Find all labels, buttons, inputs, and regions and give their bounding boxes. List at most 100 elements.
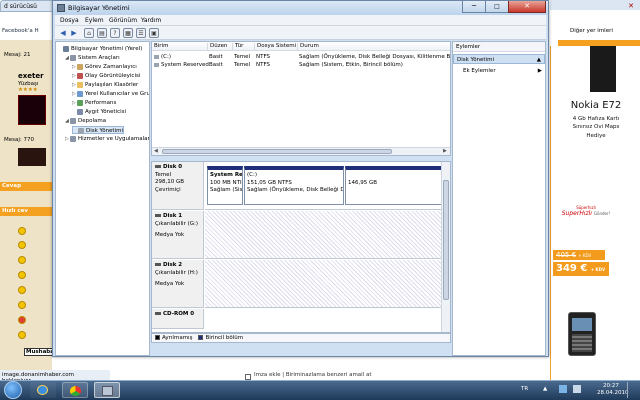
language-indicator[interactable]: TR xyxy=(521,386,528,392)
username[interactable]: exeter xyxy=(18,72,44,80)
close-button[interactable]: ✕ xyxy=(508,1,546,13)
ad-logo-big: SuperHızlı xyxy=(561,210,592,217)
table-cell: System Reserved xyxy=(161,62,209,68)
col-status[interactable]: Durum xyxy=(297,43,319,50)
tree-item-label: Hizmetler ve Uygulamalar xyxy=(78,136,150,142)
col-layout[interactable]: Düzen xyxy=(207,43,227,50)
new-price-suffix: + KDV xyxy=(590,267,606,272)
taskbar-chrome[interactable] xyxy=(62,382,88,398)
view-icon[interactable]: ▣ xyxy=(149,28,159,38)
clock-time[interactable]: 20:27 xyxy=(603,383,619,389)
maximize-button[interactable]: □ xyxy=(485,1,509,13)
scroll-thumb[interactable] xyxy=(443,180,449,300)
browser-close-icon[interactable]: ✕ xyxy=(625,2,637,10)
tray-arrow-icon[interactable]: ▲ xyxy=(543,386,547,392)
forward-icon[interactable]: ▶ xyxy=(69,28,79,38)
taskbar-computer-management[interactable] xyxy=(94,382,120,398)
ad-new-price: 349 € + KDV xyxy=(553,262,609,276)
tree-item[interactable]: Aygıt Yöneticisi xyxy=(72,108,126,116)
up-folder-icon[interactable]: ⌂ xyxy=(84,28,94,38)
chrome-icon xyxy=(70,386,81,396)
col-type[interactable]: Tür xyxy=(232,43,243,50)
smiley-icon[interactable] xyxy=(18,227,26,235)
col-volume[interactable]: Birim xyxy=(152,43,168,50)
vertical-scrollbar[interactable] xyxy=(441,162,450,332)
ad-logo: Süperhızlı SuperHızlı Gönder! xyxy=(556,205,616,217)
disk-info-line: Disk 1 xyxy=(155,213,200,221)
old-price-suffix: + KDV xyxy=(578,253,592,258)
facebook-bookmark[interactable]: Facebook'a H xyxy=(0,28,60,38)
partition-info: Sağlam (Sis xyxy=(210,187,243,193)
partition[interactable]: (C:) 151,05 GB NTFS Sağlam (Önyükleme, Dis… xyxy=(244,166,344,205)
disk-name: Disk 1 xyxy=(163,213,183,219)
network-icon[interactable] xyxy=(559,385,567,393)
menu-action[interactable]: Eylem xyxy=(85,17,104,24)
volume-icon[interactable] xyxy=(573,385,581,393)
disk-info-line: 298,10 GB xyxy=(155,179,185,185)
partition[interactable]: 146,95 GB xyxy=(345,166,450,205)
disk-label[interactable]: Disk 0 Temel 298,10 GB Çevrimiçi xyxy=(152,162,204,210)
clock-date[interactable]: 28.04.2010 xyxy=(597,390,629,396)
scroll-thumb[interactable] xyxy=(162,149,392,154)
horizontal-scrollbar[interactable]: ◀ ▶ xyxy=(152,147,450,155)
phone-keyboard xyxy=(572,334,592,352)
disk-name: Disk 2 xyxy=(163,262,183,268)
scroll-left-icon[interactable]: ◀ xyxy=(154,148,158,154)
actions-section-disk-management[interactable]: Disk Yönetimi ▲ xyxy=(453,54,545,64)
more-actions[interactable]: Ek Eylemler ▶ xyxy=(453,67,545,76)
tree-item[interactable]: ▷ Görev Zamanlayıcı xyxy=(72,63,137,71)
smiley-icon[interactable] xyxy=(18,286,26,294)
col-filesystem[interactable]: Dosya Sistemi xyxy=(254,43,296,50)
back-icon[interactable]: ◀ xyxy=(58,28,68,38)
partition[interactable]: System Re 100 MB NTI Sağlam (Sis xyxy=(207,166,243,205)
tree-item[interactable]: ◢ Depolama xyxy=(65,117,106,125)
disk-drive-icon xyxy=(155,312,161,315)
tree-item[interactable]: Disk Yönetimi xyxy=(72,126,124,134)
tree-item[interactable]: ▷ Yerel Kullanıcılar ve Gru xyxy=(72,90,149,98)
tree-item[interactable]: ▷ Hizmetler ve Uygulamalar xyxy=(65,135,150,143)
tree-item[interactable]: ▷ Performans xyxy=(72,99,116,107)
settings-icon[interactable]: ☰ xyxy=(136,28,146,38)
taskbar-ie[interactable] xyxy=(30,382,56,398)
menu-view[interactable]: Görünüm xyxy=(109,17,137,24)
show-tree-icon[interactable]: ▤ xyxy=(97,28,107,38)
disk-info-line: Çevrimiçi xyxy=(155,186,181,193)
other-bookmarks[interactable]: Diğer yer imleri xyxy=(570,28,640,34)
reply-bar[interactable]: Cevap xyxy=(0,182,52,191)
tree-item[interactable]: ▷ Paylaşılan Klasörler xyxy=(72,81,138,89)
menu-file[interactable]: Dosya xyxy=(60,17,79,24)
title-bar[interactable]: Bilgisayar Yönetimi ─ □ ✕ xyxy=(53,1,548,15)
browser-tab[interactable]: d sürücüsü xyxy=(0,0,60,12)
services-icon xyxy=(70,135,76,142)
properties-icon[interactable]: ▦ xyxy=(123,28,133,38)
tree-item[interactable]: ◢ Sistem Araçları xyxy=(65,54,120,62)
partition-info: 146,95 GB xyxy=(348,179,378,186)
disk-label[interactable]: Disk 1 Çıkarılabilir (G:) Medya Yok xyxy=(152,211,204,259)
table-cell: NTFS xyxy=(256,62,271,68)
table-row[interactable]: (C:) Basit Temel NTFS Sağlam (Önyükleme, Dis… xyxy=(152,53,450,61)
smiley-icon[interactable] xyxy=(18,331,26,339)
help-icon[interactable]: ? xyxy=(110,28,120,38)
console-tree: Bilgisayar Yönetimi (Yerel) ◢ Sistem Araçl… xyxy=(55,41,150,356)
quick-reply-bar[interactable]: Hızlı cev xyxy=(0,207,52,216)
smiley-icon[interactable] xyxy=(18,271,26,279)
smiley-icon[interactable] xyxy=(18,256,26,264)
smiley-icon[interactable] xyxy=(18,301,26,309)
user-avatar-2 xyxy=(18,148,46,166)
menu-help[interactable]: Yardım xyxy=(141,17,161,24)
disk-label[interactable]: CD-ROM 0 xyxy=(152,309,204,329)
collapse-icon[interactable]: ▲ xyxy=(537,57,541,63)
tree-item[interactable]: ▷ Olay Görüntüleyicisi xyxy=(72,72,140,80)
table-cell: NTFS xyxy=(256,54,271,60)
tree-item[interactable]: Bilgisayar Yönetimi (Yerel) xyxy=(58,45,142,53)
table-cell: Sağlam (Önyükleme, Disk Belleği Dosyası,… xyxy=(299,54,451,60)
minimize-button[interactable]: ─ xyxy=(462,1,486,13)
disk-label[interactable]: Disk 2 Çıkarılabilir (H:) Medya Yok xyxy=(152,260,204,308)
show-desktop-button[interactable] xyxy=(627,382,633,398)
disk-info-line: Çıkarılabilir (H:) xyxy=(155,269,198,276)
table-row[interactable]: System Reserved Basit Temel NTFS Sağlam (Sis… xyxy=(152,61,450,69)
start-button[interactable] xyxy=(4,381,22,399)
smiley-icon[interactable] xyxy=(18,316,26,324)
smiley-icon[interactable] xyxy=(18,241,26,249)
scroll-right-icon[interactable]: ▶ xyxy=(443,148,447,154)
